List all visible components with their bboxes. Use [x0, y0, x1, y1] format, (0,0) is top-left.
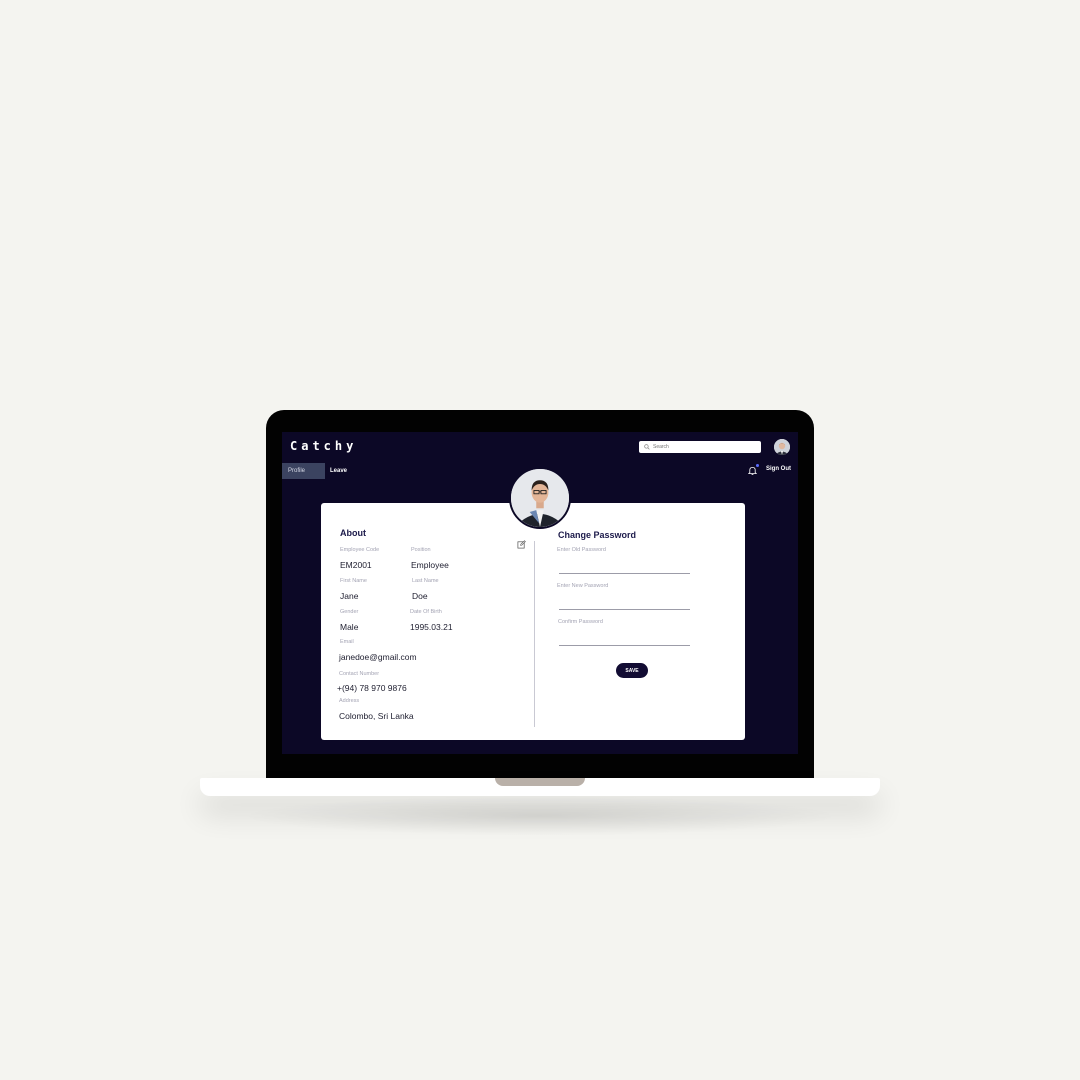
last-name-value: Doe — [412, 591, 428, 601]
search-input[interactable] — [653, 444, 753, 450]
position-label: Position — [411, 547, 431, 553]
contact-value: +(94) 78 970 9876 — [337, 683, 407, 693]
dob-value: 1995.03.21 — [410, 622, 453, 632]
section-divider — [534, 541, 535, 727]
new-password-input[interactable] — [559, 609, 690, 610]
tab-profile[interactable]: Profile — [282, 463, 325, 479]
email-label: Email — [340, 639, 354, 645]
first-name-label: First Name — [340, 578, 367, 584]
tab-leave[interactable]: Leave — [330, 463, 360, 479]
profile-card: About Employee Code EM2001 Position Empl… — [321, 503, 745, 740]
first-name-value: Jane — [340, 591, 359, 601]
profile-photo[interactable] — [509, 467, 571, 529]
app-logo[interactable]: Catchy — [290, 439, 357, 453]
confirm-password-input[interactable] — [559, 645, 690, 646]
sign-out-button[interactable]: Sign Out — [766, 466, 791, 472]
old-password-label: Enter Old Password — [557, 547, 606, 553]
position-value: Employee — [411, 560, 449, 570]
notification-dot — [756, 464, 759, 467]
last-name-label: Last Name — [412, 578, 439, 584]
address-value: Colombo, Sri Lanka — [339, 711, 414, 721]
change-password-title: Change Password — [558, 530, 637, 540]
contact-label: Contact Number — [339, 671, 380, 677]
gender-label: Gender — [340, 609, 359, 615]
search-icon — [644, 444, 650, 450]
address-label: Address — [339, 698, 360, 704]
about-title: About — [340, 528, 366, 538]
app-screen: Catchy Profile Leave Sign Out About Empl… — [282, 432, 798, 754]
confirm-password-label: Confirm Password — [558, 619, 603, 625]
new-password-label: Enter New Password — [557, 583, 609, 589]
employee-code-value: EM2001 — [340, 560, 372, 570]
user-avatar[interactable] — [774, 439, 790, 455]
old-password-input[interactable] — [559, 573, 690, 574]
search-bar[interactable] — [639, 441, 761, 453]
email-value: janedoe@gmail.com — [339, 652, 417, 662]
bell-icon[interactable] — [748, 466, 757, 475]
laptop-shadow — [240, 796, 840, 836]
laptop-notch — [495, 778, 585, 786]
employee-code-label: Employee Code — [340, 547, 380, 553]
edit-icon[interactable] — [517, 540, 526, 549]
dob-label: Date Of Birth — [410, 609, 442, 615]
gender-value: Male — [340, 622, 359, 632]
save-button[interactable]: SAVE — [616, 663, 648, 678]
